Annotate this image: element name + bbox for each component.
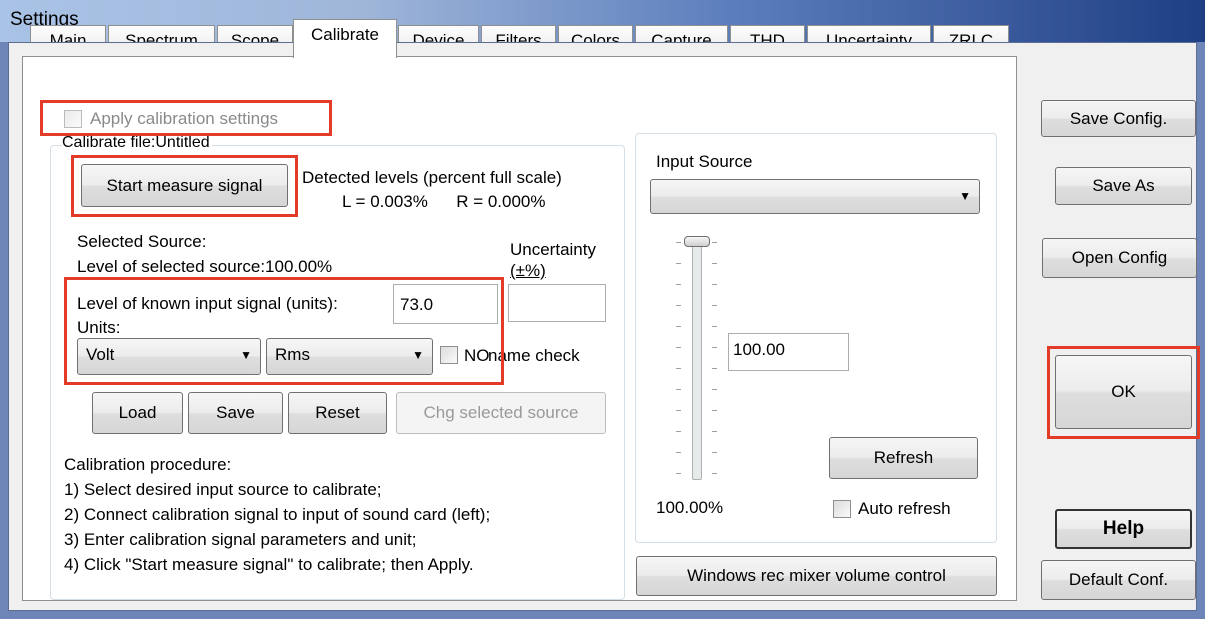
slider-tick (712, 368, 717, 369)
chevron-down-icon: ▼ (412, 348, 424, 362)
level-slider-thumb[interactable] (684, 236, 710, 247)
slider-tick (676, 305, 681, 306)
save-as-button[interactable]: Save As (1055, 167, 1192, 205)
slider-tick (676, 431, 681, 432)
procedure-step: 1) Select desired input source to calibr… (64, 480, 382, 499)
slider-tick (712, 284, 717, 285)
slider-tick (712, 410, 717, 411)
uncertainty-unit-label: (±%) (510, 261, 546, 280)
apply-calibration-label: Apply calibration settings (90, 109, 279, 128)
slider-tick (712, 263, 717, 264)
ok-button[interactable]: OK (1055, 355, 1192, 429)
chevron-down-icon: ▼ (240, 348, 252, 362)
unit-select[interactable]: Volt ▼ (77, 338, 261, 375)
tab-calibrate[interactable]: Calibrate (293, 19, 397, 58)
input-source-select[interactable]: ▼ (650, 179, 980, 214)
slider-tick (676, 389, 681, 390)
refresh-button[interactable]: Refresh (829, 437, 978, 479)
slider-tick (712, 242, 717, 243)
input-source-label: Input Source (656, 152, 753, 171)
slider-tick (676, 242, 681, 243)
save-config-button[interactable]: Save Config. (1041, 100, 1196, 137)
slider-tick (712, 389, 717, 390)
slider-tick (676, 284, 681, 285)
slider-tick (712, 326, 717, 327)
unit-select-value: Volt (86, 345, 115, 364)
type-select[interactable]: Rms ▼ (266, 338, 433, 375)
slider-tick (712, 452, 717, 453)
slider-tick (712, 431, 717, 432)
windows-mixer-button[interactable]: Windows rec mixer volume control (636, 556, 997, 596)
slider-tick (712, 305, 717, 306)
slider-tick (712, 473, 717, 474)
auto-refresh-checkbox[interactable] (833, 500, 851, 518)
chg-selected-source-button[interactable]: Chg selected source (396, 392, 606, 434)
slider-tick (676, 347, 681, 348)
level-value-input[interactable]: 100.00 (728, 333, 849, 371)
help-button[interactable]: Help (1055, 509, 1192, 549)
slider-tick (676, 473, 681, 474)
procedure-step: 3) Enter calibration signal parameters a… (64, 530, 417, 549)
procedure-step: 4) Click "Start measure signal" to calib… (64, 555, 474, 574)
slider-tick (676, 368, 681, 369)
no-name-check-checkbox[interactable] (440, 346, 458, 364)
apply-calibration-checkbox[interactable] (64, 110, 82, 128)
slider-tick (676, 326, 681, 327)
no-label: NO (464, 346, 490, 365)
open-config-button[interactable]: Open Config (1042, 238, 1197, 278)
known-level-input[interactable]: 73.0 (393, 284, 498, 324)
start-measure-button[interactable]: Start measure signal (81, 164, 288, 207)
known-level-label: Level of known input signal (units): (77, 294, 338, 313)
default-conf-button[interactable]: Default Conf. (1041, 560, 1196, 600)
detected-levels-values: L = 0.003% R = 0.000% (342, 192, 546, 211)
level-slider-track[interactable] (692, 240, 702, 480)
calibrate-file-label: Calibrate file:Untitled (62, 134, 212, 152)
type-select-value: Rms (275, 345, 310, 364)
reset-button[interactable]: Reset (288, 392, 387, 434)
save-button[interactable]: Save (188, 392, 283, 434)
procedure-title: Calibration procedure: (64, 455, 232, 474)
procedure-step: 2) Connect calibration signal to input o… (64, 505, 491, 524)
auto-refresh-label: Auto refresh (858, 499, 951, 518)
slider-tick (676, 452, 681, 453)
level-selected-label: Level of selected source:100.00% (77, 257, 333, 276)
load-button[interactable]: Load (92, 392, 183, 434)
chevron-down-icon: ▼ (959, 189, 971, 203)
selected-source-label: Selected Source: (77, 232, 207, 251)
units-label: Units: (77, 318, 121, 337)
detected-levels-title: Detected levels (percent full scale) (302, 168, 562, 187)
name-check-label: name check (488, 346, 580, 365)
slider-tick (712, 347, 717, 348)
level-percent-label: 100.00% (656, 498, 724, 517)
uncertainty-input[interactable] (508, 284, 606, 322)
uncertainty-label: Uncertainty (510, 240, 596, 259)
slider-tick (676, 263, 681, 264)
slider-tick (676, 410, 681, 411)
